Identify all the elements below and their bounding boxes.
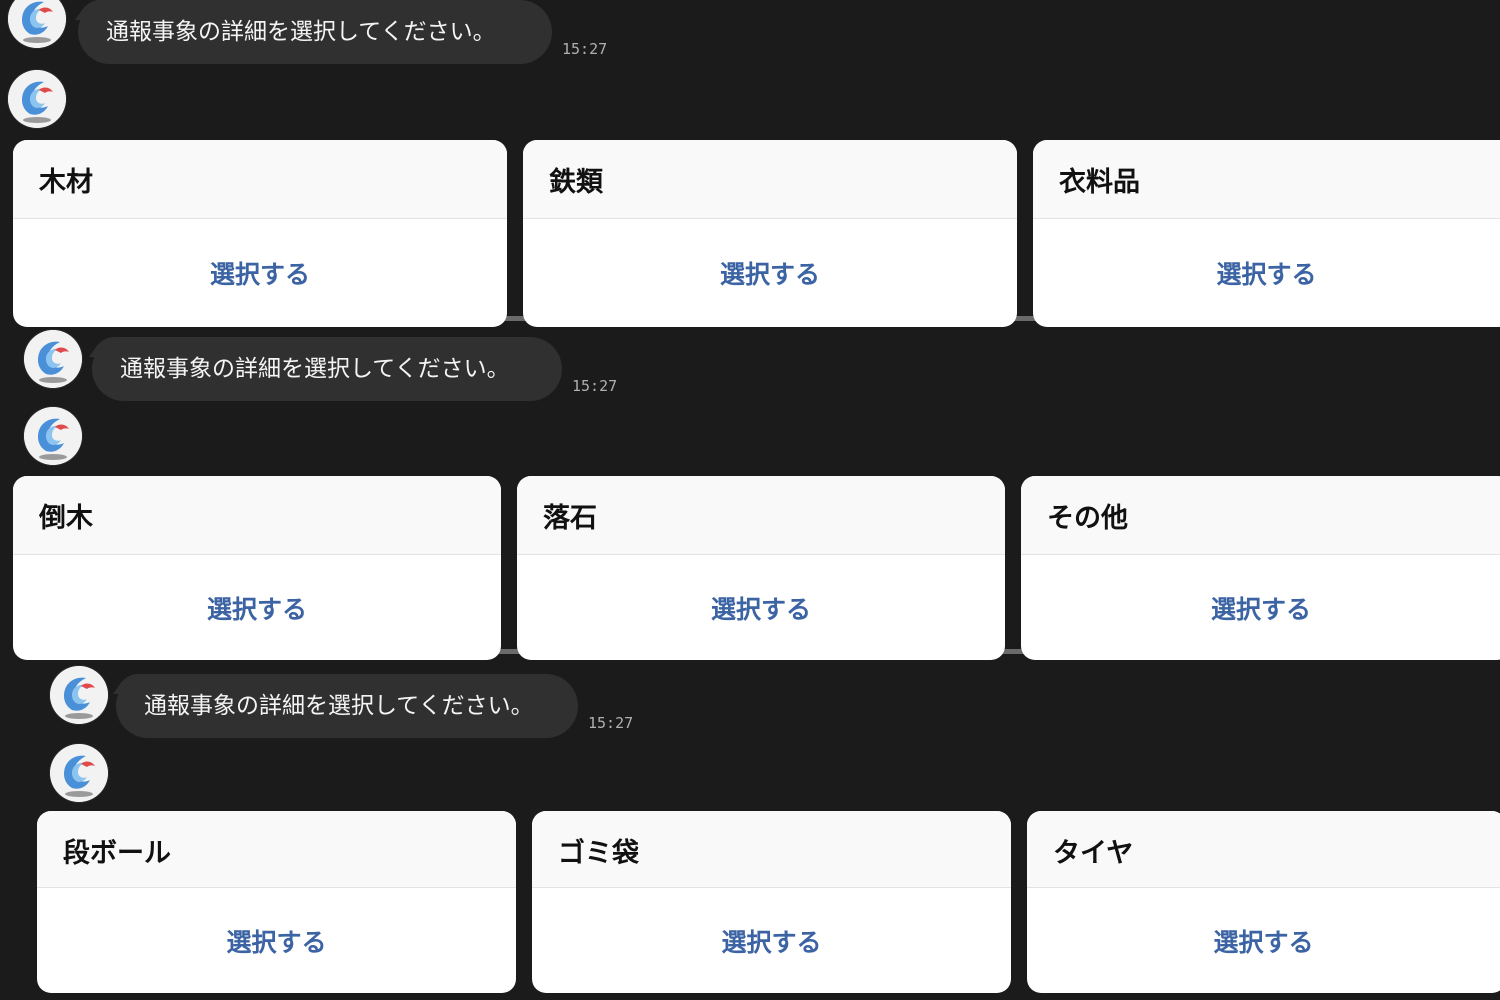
option-card-6: その他 選択する — [1021, 476, 1500, 660]
option-card-8: ゴミ袋 選択する — [532, 811, 1011, 993]
card-title: 衣料品 — [1059, 167, 1140, 198]
bot-logo-icon — [24, 330, 82, 388]
message-timestamp: 15:27 — [572, 377, 618, 395]
select-button[interactable]: 選択する — [532, 888, 1011, 993]
chat-section-3: 通報事象の詳細を選択してください。 15:27 段ボール 選択する ゴミ袋 選択… — [0, 666, 1500, 1000]
option-card-3: 衣料品 選択する — [1033, 140, 1500, 327]
message-timestamp: 15:27 — [562, 40, 608, 58]
card-title: 鉄類 — [549, 167, 603, 198]
option-card-7: 段ボール 選択する — [37, 811, 516, 993]
card-header: ゴミ袋 — [532, 811, 1011, 888]
select-button[interactable]: 選択する — [1027, 888, 1500, 993]
card-title: その他 — [1047, 503, 1128, 534]
bot-avatar — [24, 407, 82, 465]
message-bubble: 通報事象の詳細を選択してください。 — [92, 337, 562, 401]
message-bubble: 通報事象の詳細を選択してください。 — [78, 0, 552, 64]
card-header: 衣料品 — [1033, 140, 1500, 219]
option-card-2: 鉄類 選択する — [523, 140, 1017, 327]
bot-avatar — [24, 330, 82, 388]
card-title: 段ボール — [63, 838, 171, 869]
card-title: ゴミ袋 — [558, 838, 639, 869]
message-bubble: 通報事象の詳細を選択してください。 — [116, 674, 578, 738]
select-button[interactable]: 選択する — [1033, 219, 1500, 327]
message-timestamp: 15:27 — [588, 714, 634, 732]
card-header: 木材 — [13, 140, 507, 219]
card-header: 鉄類 — [523, 140, 1017, 219]
bot-logo-icon — [50, 666, 108, 724]
card-header: その他 — [1021, 476, 1500, 555]
card-header: 段ボール — [37, 811, 516, 888]
select-button[interactable]: 選択する — [37, 888, 516, 993]
bot-avatar — [50, 666, 108, 724]
chat-section-2: 通報事象の詳細を選択してください。 15:27 倒木 選択する 落石 選択する … — [0, 330, 1500, 668]
select-button[interactable]: 選択する — [13, 555, 501, 660]
card-header: 落石 — [517, 476, 1005, 555]
chat-section-1: 通報事象の詳細を選択してください。 15:27 木材 選択する 鉄類 選択する … — [0, 0, 1500, 335]
select-button[interactable]: 選択する — [1021, 555, 1500, 660]
select-button[interactable]: 選択する — [523, 219, 1017, 327]
bot-avatar — [8, 0, 66, 48]
option-card-4: 倒木 選択する — [13, 476, 501, 660]
bot-logo-icon — [8, 0, 66, 48]
card-title: 倒木 — [39, 503, 93, 534]
card-header: タイヤ — [1027, 811, 1500, 888]
card-title: タイヤ — [1053, 838, 1134, 869]
select-button[interactable]: 選択する — [517, 555, 1005, 660]
bot-logo-icon — [24, 407, 82, 465]
card-title: 木材 — [39, 167, 93, 198]
option-card-1: 木材 選択する — [13, 140, 507, 327]
bot-avatar — [50, 744, 108, 802]
bot-avatar — [8, 70, 66, 128]
bot-logo-icon — [8, 70, 66, 128]
option-card-5: 落石 選択する — [517, 476, 1005, 660]
card-header: 倒木 — [13, 476, 501, 555]
option-card-9: タイヤ 選択する — [1027, 811, 1500, 993]
card-title: 落石 — [543, 503, 597, 534]
bot-logo-icon — [50, 744, 108, 802]
select-button[interactable]: 選択する — [13, 219, 507, 327]
